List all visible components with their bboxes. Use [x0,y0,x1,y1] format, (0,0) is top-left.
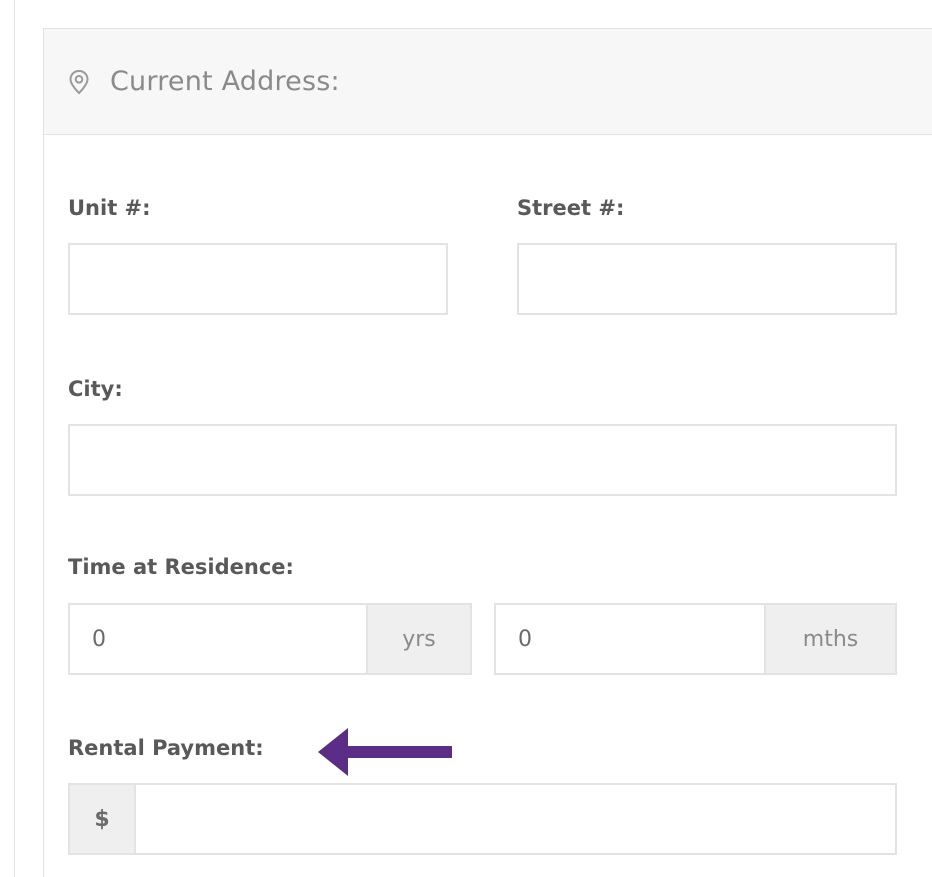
years-unit-addon: yrs [366,605,470,673]
unit-field[interactable] [68,243,448,315]
unit-input[interactable] [70,245,446,313]
panel-title: Current Address: [110,66,340,97]
city-input[interactable] [70,426,895,494]
city-field[interactable] [68,424,897,496]
months-input[interactable] [496,605,770,673]
city-label: City: [68,377,123,401]
years-field[interactable]: yrs [68,603,472,675]
street-input[interactable] [519,245,895,313]
months-field[interactable]: mths [494,603,897,675]
street-label: Street #: [517,196,625,220]
rental-payment-label: Rental Payment: [68,736,264,760]
currency-prefix-addon: $ [70,785,136,853]
page-left-divider [14,0,15,877]
unit-label: Unit #: [68,196,151,220]
location-pin-icon [68,69,90,95]
rental-payment-input[interactable] [136,785,895,853]
panel-header: Current Address: [44,29,932,135]
years-input[interactable] [70,605,372,673]
street-field[interactable] [517,243,897,315]
rental-payment-field[interactable]: $ [68,783,897,855]
arrow-left-icon [318,727,454,781]
months-unit-addon: mths [764,605,895,673]
time-at-residence-label: Time at Residence: [68,555,294,579]
